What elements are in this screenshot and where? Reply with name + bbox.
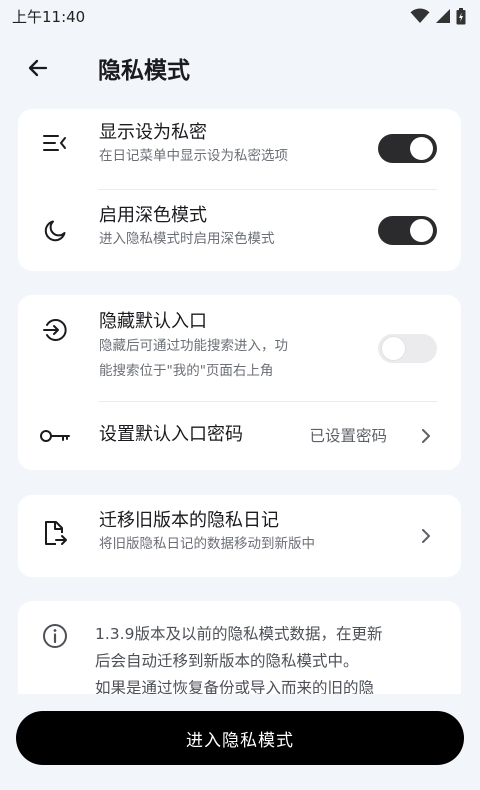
wifi-icon [410, 8, 430, 23]
entry-settings-card: 隐藏默认入口 隐藏后可通过功能搜索进入，功 能搜索位于"我的"页面右上角 设置默… [18, 295, 461, 470]
file-export-icon [40, 518, 70, 548]
info-line-2: 后会自动迁移到新版本的隐私模式中。 [95, 652, 359, 670]
toggle-knob [382, 337, 405, 360]
dark-mode-toggle[interactable] [378, 216, 437, 245]
display-settings-card: 显示设为私密 在日记菜单中显示设为私密选项 启用深色模式 进入隐私模式时启用深色… [18, 109, 461, 271]
migrate-card[interactable]: 迁移旧版本的隐私日记 将旧版隐私日记的数据移动到新版中 [18, 495, 461, 577]
show-private-option-subtitle: 在日记菜单中显示设为私密选项 [99, 148, 288, 164]
arrow-left-icon [28, 59, 48, 77]
battery-icon [456, 7, 466, 24]
toggle-knob [410, 219, 433, 242]
migrate-title: 迁移旧版本的隐私日记 [99, 510, 279, 531]
info-icon [40, 621, 70, 651]
status-bar: 上午11:40 [0, 0, 480, 32]
hide-entry-subtitle-line2: 能搜索位于"我的"页面右上角 [99, 363, 274, 379]
key-icon [38, 421, 72, 451]
entry-password-title: 设置默认入口密码 [99, 424, 243, 445]
info-text: 1.3.9版本及以前的隐私模式数据，在更新 后会自动迁移到新版本的隐私模式中。 … [95, 621, 441, 702]
status-icons [410, 7, 466, 25]
show-private-option-toggle[interactable] [378, 134, 437, 163]
hide-entry-title: 隐藏默认入口 [99, 311, 207, 332]
app-bar: 隐私模式 [0, 44, 480, 92]
enter-private-mode-button[interactable]: 进入隐私模式 [16, 711, 464, 765]
dark-mode-row[interactable]: 启用深色模式 进入隐私模式时启用深色模式 [18, 190, 461, 271]
status-time: 上午11:40 [12, 7, 86, 26]
entry-password-row[interactable]: 设置默认入口密码 已设置密码 [18, 402, 461, 470]
entry-password-status: 已设置密码 [309, 427, 387, 445]
show-private-option-row[interactable]: 显示设为私密 在日记菜单中显示设为私密选项 [18, 109, 461, 189]
back-button[interactable] [14, 44, 62, 92]
migrate-subtitle: 将旧版隐私日记的数据移动到新版中 [99, 536, 315, 552]
page-title: 隐私模式 [98, 58, 190, 84]
hide-entry-subtitle-line1: 隐藏后可通过功能搜索进入，功 [99, 338, 288, 354]
info-line-1: 1.3.9版本及以前的隐私模式数据，在更新 [95, 625, 383, 643]
toggle-knob [410, 137, 433, 160]
private-list-icon [40, 128, 70, 158]
hide-entry-toggle[interactable] [378, 334, 437, 363]
chevron-right-icon [422, 529, 430, 543]
dark-mode-subtitle: 进入隐私模式时启用深色模式 [99, 231, 275, 247]
dark-mode-title: 启用深色模式 [99, 205, 207, 226]
login-icon [40, 315, 70, 345]
chevron-right-icon [422, 429, 430, 443]
hide-entry-row[interactable]: 隐藏默认入口 隐藏后可通过功能搜索进入，功 能搜索位于"我的"页面右上角 [18, 295, 461, 400]
show-private-option-title: 显示设为私密 [99, 122, 207, 143]
signal-icon [436, 9, 450, 23]
moon-icon [40, 216, 70, 246]
